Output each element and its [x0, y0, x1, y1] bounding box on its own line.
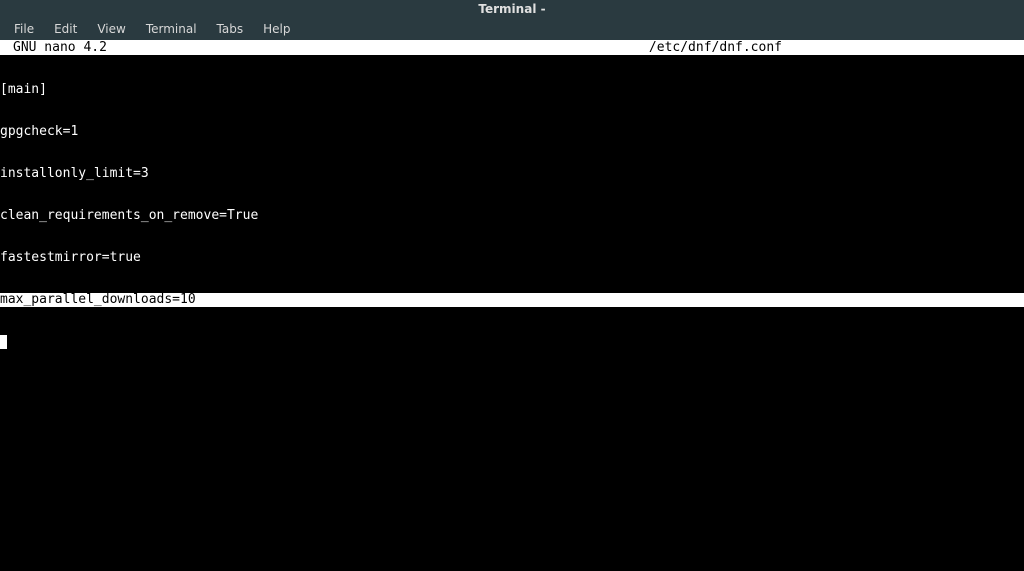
window-title: Terminal - — [478, 2, 545, 16]
file-line: gpgcheck=1 — [0, 125, 1024, 139]
text-cursor — [0, 335, 7, 349]
nano-app-label: GNU nano 4.2 — [0, 40, 107, 55]
file-line: fastestmirror=true — [0, 251, 1024, 265]
current-line-text: max_parallel_downloads=10 — [0, 293, 1024, 307]
menu-view[interactable]: View — [87, 19, 135, 39]
menubar: File Edit View Terminal Tabs Help — [0, 18, 1024, 40]
menu-tabs[interactable]: Tabs — [207, 19, 254, 39]
file-line: [main] — [0, 83, 1024, 97]
editor-content[interactable]: [main] gpgcheck=1 installonly_limit=3 cl… — [0, 55, 1024, 377]
terminal-content[interactable]: GNU nano 4.2 /etc/dnf/dnf.conf [main] gp… — [0, 40, 1024, 571]
nano-header-bar: GNU nano 4.2 /etc/dnf/dnf.conf — [0, 40, 1024, 55]
window-titlebar: Terminal - — [0, 0, 1024, 18]
menu-terminal[interactable]: Terminal — [136, 19, 207, 39]
file-line-highlighted: max_parallel_downloads=10 — [0, 293, 1024, 307]
cursor-line — [0, 335, 1024, 349]
nano-file-path: /etc/dnf/dnf.conf — [107, 40, 1024, 55]
file-line: installonly_limit=3 — [0, 167, 1024, 181]
menu-file[interactable]: File — [4, 19, 44, 39]
menu-edit[interactable]: Edit — [44, 19, 87, 39]
menu-help[interactable]: Help — [253, 19, 300, 39]
file-line: clean_requirements_on_remove=True — [0, 209, 1024, 223]
